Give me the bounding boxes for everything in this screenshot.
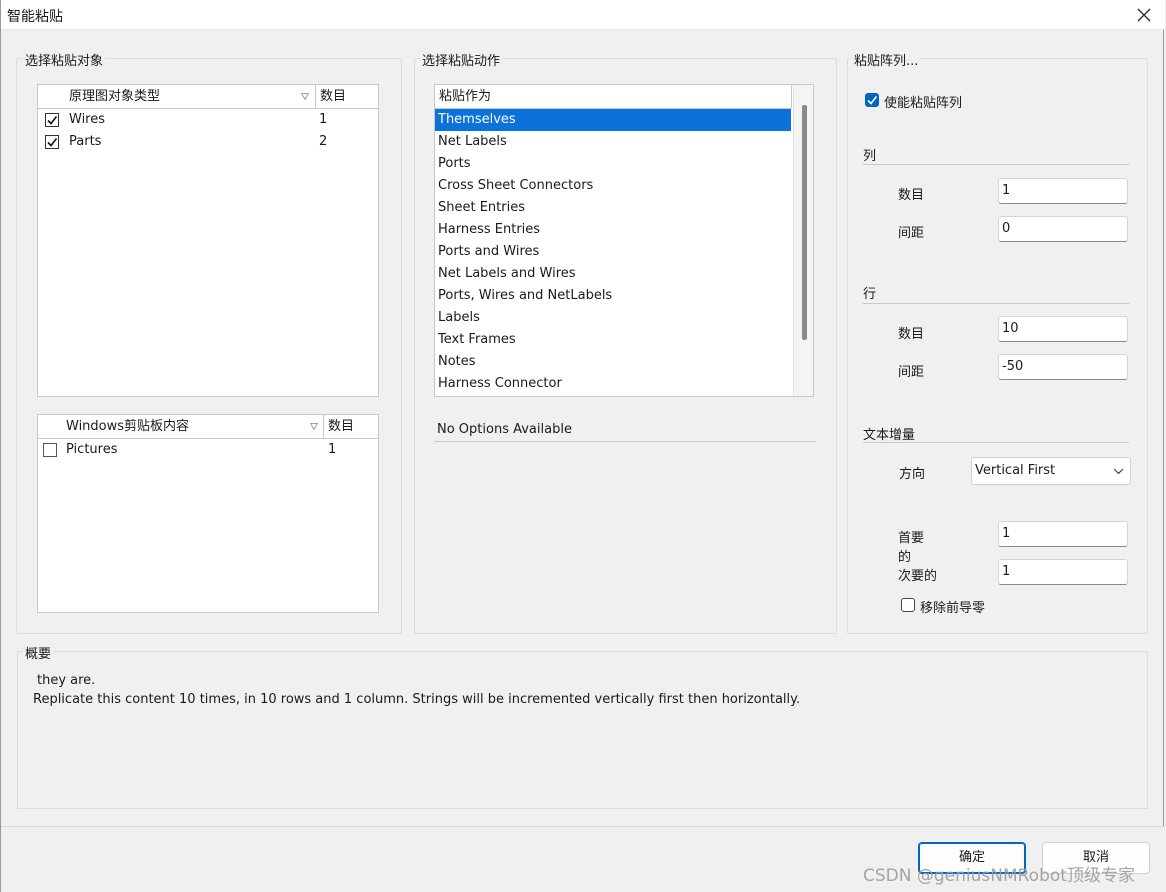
- list-item[interactable]: Themselves: [435, 109, 791, 131]
- enable-array-label: 使能粘贴阵列: [884, 96, 963, 111]
- summary-line-2: Replicate this content 10 times, in 10 r…: [33, 692, 801, 707]
- columns-heading: 列: [863, 149, 877, 164]
- table-row[interactable]: Parts 2: [38, 131, 378, 153]
- columns-count-label: 数目: [898, 188, 925, 203]
- paste-action-label: 选择粘贴动作: [420, 50, 503, 69]
- row-name: Pictures: [66, 442, 118, 457]
- smart-paste-dialog: 智能粘贴 选择粘贴对象 原理图对象类型 数目 Wires 1 Parts 2 W…: [0, 0, 1165, 892]
- row-name: Wires: [69, 112, 106, 127]
- paste-as-header: 粘贴作为: [435, 85, 792, 109]
- rows-spacing-input[interactable]: -50: [998, 354, 1128, 380]
- watermark: CSDN @geniusNMRobot顶级专家: [863, 866, 1135, 886]
- rows-count-label: 数目: [898, 327, 925, 342]
- text-increment-heading: 文本增量: [863, 428, 916, 443]
- list-item[interactable]: Net Labels and Wires: [435, 263, 791, 285]
- sort-icon: [301, 93, 309, 100]
- col-header-count-label: 数目: [320, 89, 347, 104]
- close-button[interactable]: [1129, 2, 1159, 28]
- schematic-object-table: 原理图对象类型 数目 Wires 1 Parts 2: [37, 84, 379, 397]
- col-header-type-label: 原理图对象类型: [69, 89, 161, 104]
- row-count: 2: [319, 134, 328, 149]
- sort-icon: [310, 423, 318, 430]
- list-item[interactable]: Ports: [435, 153, 791, 175]
- list-item[interactable]: Harness Entries: [435, 219, 791, 241]
- select-objects-label: 选择粘贴对象: [23, 50, 106, 69]
- secondary-input[interactable]: 1: [998, 559, 1128, 585]
- primary-label-suffix: 的: [898, 550, 912, 565]
- list-item[interactable]: Ports, Wires and NetLabels: [435, 285, 791, 307]
- list-item[interactable]: Labels: [435, 307, 791, 329]
- direction-select[interactable]: Vertical First: [971, 457, 1131, 485]
- rows-separator: [863, 303, 1129, 304]
- close-icon: [1137, 8, 1151, 22]
- rows-spacing-label: 间距: [898, 365, 925, 380]
- schematic-table-header: 原理图对象类型 数目: [38, 85, 378, 109]
- summary-line-1: they are.: [37, 673, 96, 688]
- list-item[interactable]: Net Labels: [435, 131, 791, 153]
- col-header-paste-as-label: 粘贴作为: [439, 89, 492, 104]
- col-header-type[interactable]: 原理图对象类型: [65, 85, 316, 108]
- remove-leading-zeros-label: 移除前导零: [920, 601, 986, 616]
- clipboard-table: Windows剪贴板内容 数目 Pictures 1: [37, 414, 379, 613]
- summary-group: [17, 651, 1148, 809]
- clipboard-table-header: Windows剪贴板内容 数目: [38, 415, 378, 439]
- text-increment-separator: [863, 442, 1129, 443]
- col-header-count[interactable]: 数目: [324, 415, 378, 438]
- list-item[interactable]: Ports and Wires: [435, 241, 791, 263]
- list-item[interactable]: Cross Sheet Connectors: [435, 175, 791, 197]
- columns-spacing-input[interactable]: 0: [998, 216, 1128, 242]
- rows-count-input[interactable]: 10: [998, 316, 1128, 342]
- col-header-clipboard-label: Windows剪贴板内容: [66, 419, 190, 434]
- row-count: 1: [319, 112, 328, 127]
- summary-label: 概要: [23, 643, 54, 662]
- parts-checkbox[interactable]: [45, 135, 59, 149]
- paste-array-label: 粘贴阵列...: [852, 50, 921, 69]
- primary-label: 首要: [898, 531, 925, 546]
- scrollbar[interactable]: [793, 85, 813, 396]
- direction-select-value: Vertical First: [975, 463, 1056, 478]
- col-header-paste-as[interactable]: 粘贴作为: [435, 85, 792, 108]
- col-header-clipboard[interactable]: Windows剪贴板内容: [62, 415, 324, 438]
- columns-separator: [863, 164, 1129, 165]
- list-item[interactable]: Text Frames: [435, 329, 791, 351]
- window-title: 智能粘贴: [7, 9, 63, 25]
- secondary-label: 次要的: [898, 569, 938, 584]
- checkmark-icon: [47, 116, 58, 125]
- table-row[interactable]: Wires 1: [38, 109, 378, 131]
- paste-as-list: 粘贴作为 Themselves Net Labels Ports Cross Shee…: [434, 84, 814, 397]
- columns-spacing-label: 间距: [898, 226, 925, 241]
- enable-array-checkbox[interactable]: [865, 93, 879, 107]
- direction-label: 方向: [899, 467, 926, 482]
- options-separator: [434, 441, 816, 442]
- col-header-count-label: 数目: [328, 419, 355, 434]
- wires-checkbox[interactable]: [45, 113, 59, 127]
- remove-leading-zeros-checkbox[interactable]: [901, 598, 915, 612]
- table-row[interactable]: Pictures 1: [38, 439, 378, 461]
- primary-input[interactable]: 1: [998, 521, 1128, 547]
- list-item[interactable]: Notes: [435, 351, 791, 373]
- rows-heading: 行: [863, 287, 877, 302]
- columns-count-input[interactable]: 1: [998, 178, 1128, 204]
- options-text: No Options Available: [437, 422, 572, 437]
- chevron-down-icon: [1113, 468, 1124, 475]
- scrollbar-thumb[interactable]: [802, 105, 807, 340]
- row-count: 1: [328, 442, 337, 457]
- paste-array-group: [847, 58, 1148, 634]
- list-item[interactable]: Harness Connector: [435, 373, 791, 395]
- title-bar: 智能粘贴: [1, 0, 1165, 30]
- row-name: Parts: [69, 134, 102, 149]
- checkmark-icon: [47, 138, 58, 147]
- checkmark-icon: [867, 96, 878, 105]
- list-item[interactable]: Sheet Entries: [435, 197, 791, 219]
- col-header-count[interactable]: 数目: [316, 85, 378, 108]
- pictures-checkbox[interactable]: [43, 443, 57, 457]
